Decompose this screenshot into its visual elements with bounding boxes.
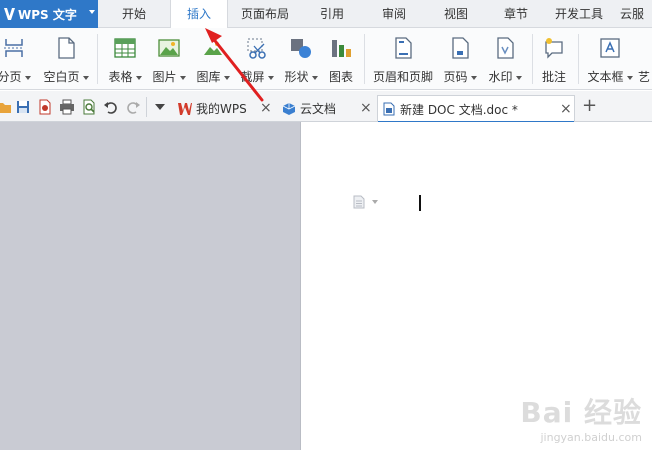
tab-review[interactable]: 审阅 — [362, 0, 426, 28]
comment-button[interactable]: 批注 — [536, 32, 572, 88]
shapes-icon — [291, 39, 311, 58]
comment-icon — [545, 38, 563, 59]
doc-tab-label: 新建 DOC 文档.doc * — [400, 102, 518, 117]
page-number-button[interactable]: 页码 — [440, 32, 480, 88]
watermark-button[interactable]: 水印 — [484, 32, 526, 88]
chevron-down-icon[interactable] — [372, 200, 378, 204]
page-break-icon — [4, 39, 24, 57]
screenshot-button[interactable]: 截屏 — [238, 32, 276, 88]
tab-home[interactable]: 开始 — [98, 0, 170, 28]
export-pdf-icon[interactable] — [37, 99, 53, 115]
tab-cloud[interactable]: 云服 — [612, 0, 652, 28]
wps-logo-icon — [178, 102, 192, 115]
table-label: 表格 — [108, 70, 133, 84]
word-doc-icon — [383, 102, 395, 116]
picture-button[interactable]: 图片 — [150, 32, 188, 88]
picture-icon — [158, 39, 180, 57]
table-icon — [114, 38, 136, 58]
shapes-label: 形状 — [284, 70, 309, 84]
print-preview-icon[interactable] — [81, 99, 97, 115]
close-icon[interactable]: × — [360, 100, 372, 116]
text-box-label: 文本框 — [587, 70, 624, 84]
redo-icon[interactable] — [125, 99, 141, 115]
chart-icon — [332, 40, 351, 57]
chevron-down-icon — [89, 10, 95, 14]
text-box-button[interactable]: 文本框 — [584, 32, 636, 88]
text-cursor — [419, 195, 421, 211]
art-text-button[interactable]: 艺 — [638, 32, 652, 88]
doc-tab-label: 我的WPS — [196, 102, 247, 116]
tab-chapter[interactable]: 章节 — [486, 0, 546, 28]
tab-page-layout[interactable]: 页面布局 — [228, 0, 302, 28]
open-icon[interactable] — [0, 99, 12, 115]
cloud-docs-icon — [282, 102, 296, 115]
watermark-label: 水印 — [488, 70, 513, 84]
close-icon[interactable]: × — [260, 100, 272, 116]
page-break-label: 分页 — [0, 70, 22, 84]
table-button[interactable]: 表格 — [106, 32, 144, 88]
watermark: Bai 经验 jingyan.baidu.com — [520, 391, 642, 444]
undo-icon[interactable] — [103, 99, 119, 115]
comment-label: 批注 — [541, 70, 566, 84]
tab-developer[interactable]: 开发工具 — [546, 0, 612, 28]
paragraph-icon[interactable] — [353, 195, 365, 209]
menu-bar: WPS 文字 开始 插入 页面布局 引用 审阅 视图 章节 开发工具 云服 — [0, 0, 652, 29]
doc-tab-new-doc[interactable]: 新建 DOC 文档.doc * × — [377, 95, 575, 123]
tab-view[interactable]: 视图 — [426, 0, 486, 28]
screenshot-label: 截屏 — [240, 70, 265, 84]
new-tab-button[interactable]: + — [582, 96, 597, 116]
ribbon-insert: 分页 空白页 表格 图片 图库 截屏 形状 图表 页眉和页脚 页码 水印 批注 … — [0, 28, 652, 90]
header-footer-icon — [395, 37, 412, 59]
customize-icon[interactable] — [154, 102, 166, 112]
chart-button[interactable]: 图表 — [324, 32, 358, 88]
print-icon[interactable] — [59, 99, 75, 115]
tab-insert[interactable]: 插入 — [170, 0, 228, 29]
art-text-label: 艺 — [638, 70, 651, 84]
picture-label: 图片 — [152, 70, 177, 84]
header-footer-button[interactable]: 页眉和页脚 — [370, 32, 436, 88]
chart-label: 图表 — [328, 70, 353, 84]
quick-access-toolbar: 我的WPS × 云文档 × 新建 DOC 文档.doc * × — [0, 91, 652, 123]
page-number-label: 页码 — [443, 70, 468, 84]
page-number-icon — [452, 37, 469, 59]
header-footer-label: 页眉和页脚 — [372, 70, 433, 84]
gallery-label: 图库 — [196, 70, 221, 84]
gallery-button[interactable]: 图库 — [194, 32, 232, 88]
text-box-icon — [600, 38, 620, 58]
blank-page-button[interactable]: 空白页 — [40, 32, 92, 88]
watermark-icon — [497, 37, 514, 59]
watermark-brand: Bai 经验 — [520, 396, 642, 429]
page-break-button[interactable]: 分页 — [0, 32, 34, 88]
doc-tab-label: 云文档 — [300, 102, 337, 116]
doc-tab-my-wps[interactable]: 我的WPS × — [174, 95, 276, 122]
blank-page-icon — [58, 37, 75, 59]
save-icon[interactable] — [15, 99, 31, 115]
doc-tab-cloud-docs[interactable]: 云文档 × — [278, 95, 376, 122]
gallery-icon — [204, 42, 222, 55]
shapes-button[interactable]: 形状 — [282, 32, 320, 88]
close-icon[interactable]: × — [560, 101, 572, 117]
blank-page-label: 空白页 — [43, 70, 80, 84]
app-menu-button[interactable]: WPS 文字 — [0, 0, 98, 28]
tab-references[interactable]: 引用 — [302, 0, 362, 28]
watermark-url: jingyan.baidu.com — [540, 431, 642, 444]
wps-logo-icon — [4, 8, 15, 20]
app-title: WPS 文字 — [18, 7, 77, 22]
scissors-icon — [247, 38, 266, 59]
